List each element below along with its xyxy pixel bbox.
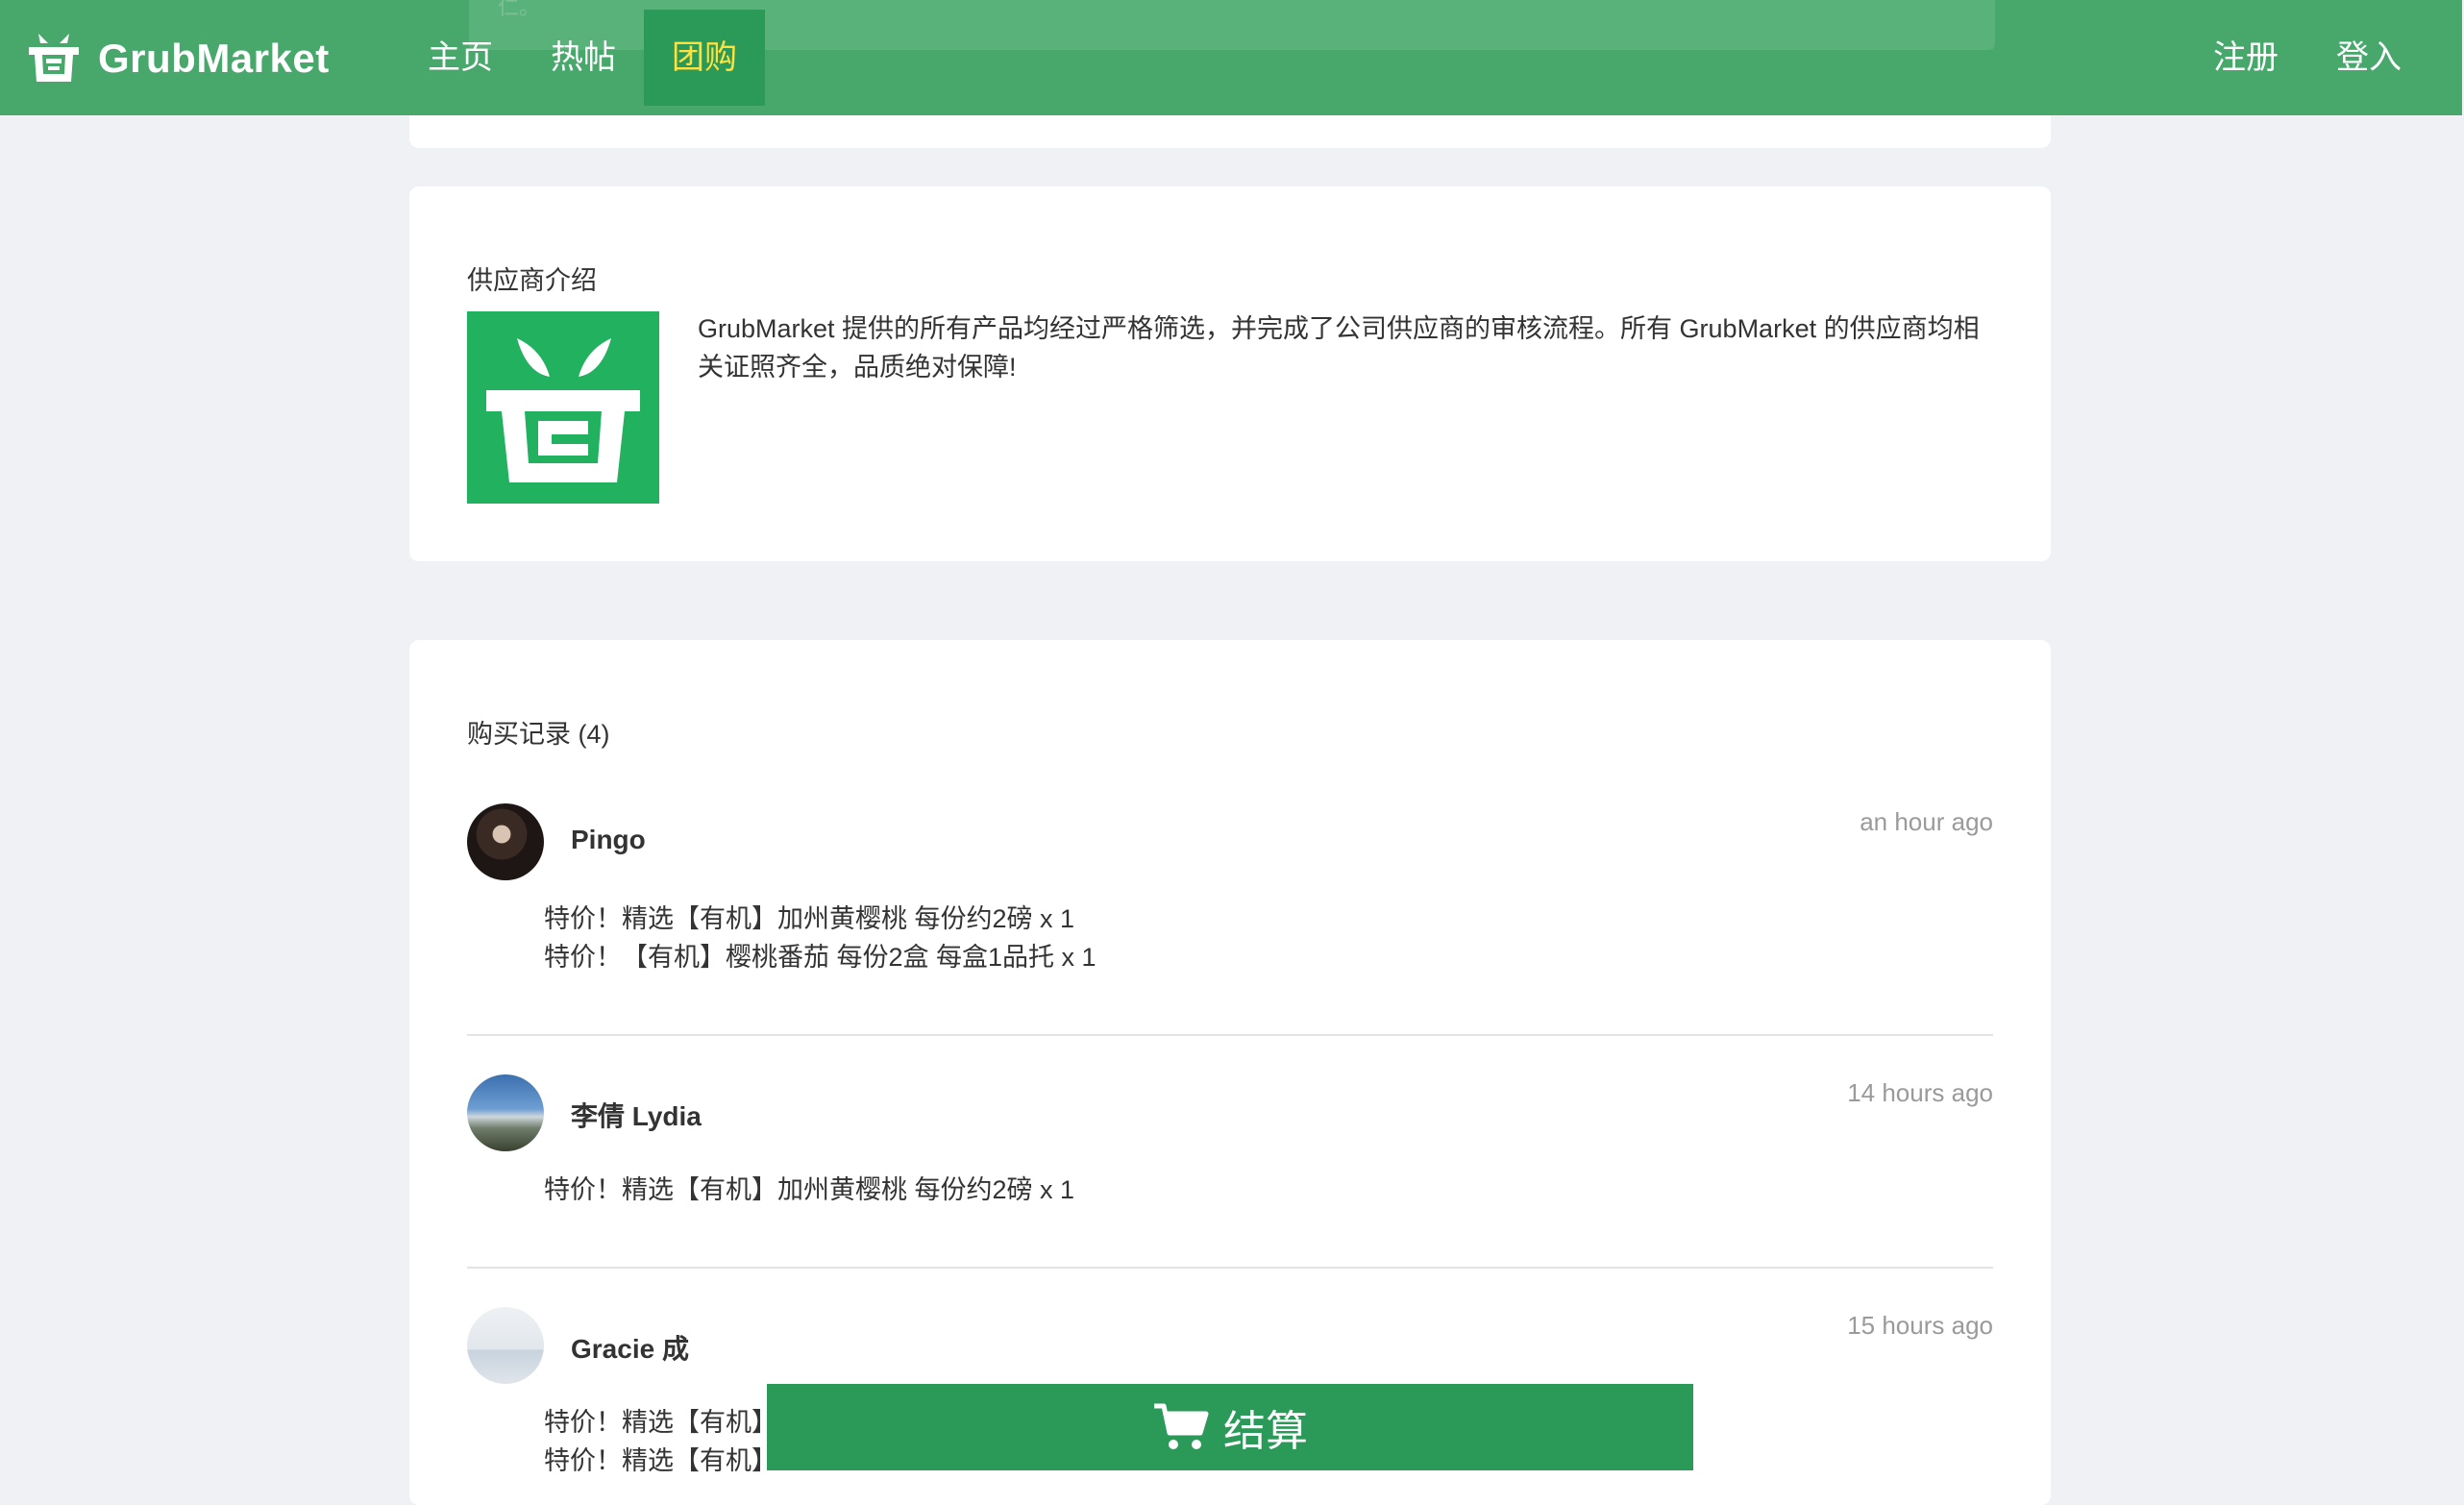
nav-hot-posts[interactable]: 热帖 [542, 10, 625, 106]
underlying-card-text: 仁。 [498, 0, 541, 19]
buyer-name[interactable]: 李倩 Lydia [571, 1096, 702, 1134]
buyer-name[interactable]: Gracie 成 [571, 1328, 689, 1367]
supplier-logo [467, 311, 659, 504]
checkout-label: 结算 [1223, 1408, 1308, 1455]
supplier-description: GrubMarket 提供的所有产品均经过严格筛选，并完成了公司供应商的审核流程… [698, 314, 1980, 382]
record-item: 特价！精选【有机】加州黄樱桃 每份约2磅 x 1 [544, 1175, 1075, 1204]
grubmarket-basket-icon [486, 338, 640, 482]
purchase-record: 李倩 Lydia 14 hours ago 特价！精选【有机】加州黄樱桃 每份约… [467, 1074, 1993, 1269]
record-time: 15 hours ago [1847, 1311, 1993, 1340]
record-time: an hour ago [1860, 807, 1993, 836]
top-navbar: 仁。 GrubMarket 主页 热帖 团购 注册 登入 [0, 0, 2462, 115]
cart-icon [1154, 1403, 1209, 1449]
record-items: 特价！精选【有机】加州黄樱桃 每份约2磅 x 1 特价！【有机】樱桃番茄 每份2… [544, 900, 1096, 976]
nav-home[interactable]: 主页 [419, 10, 502, 106]
avatar[interactable] [467, 803, 544, 880]
avatar[interactable] [467, 1307, 544, 1384]
record-item: 特价！【有机】樱桃番茄 每份2盒 每盒1品托 x 1 [544, 943, 1096, 972]
login-link[interactable]: 登入 [2326, 10, 2412, 106]
records-section-title: 购买记录 (4) [467, 720, 610, 749]
brand-name: GrubMarket [98, 36, 330, 81]
record-item: 特价！精选【有机】 [544, 1446, 777, 1475]
record-items: 特价！精选【有机】 特价！精选【有机】 [544, 1403, 777, 1480]
record-items: 特价！精选【有机】加州黄樱桃 每份约2磅 x 1 [544, 1171, 1074, 1209]
purchase-records-card: 购买记录 (4) Pingo an hour ago 特价！精选【有机】加州黄樱… [409, 640, 2051, 1505]
nav-group-buy[interactable]: 团购 [644, 10, 765, 106]
grubmarket-logo-icon [29, 34, 79, 82]
brand-logo[interactable]: GrubMarket [25, 15, 330, 102]
record-item: 特价！精选【有机】 [544, 1408, 777, 1437]
avatar[interactable] [467, 1074, 544, 1151]
supplier-intro-card: 供应商介绍 GrubMarket 提供的所有产品均经过严格筛选，并完成了公司供应… [409, 186, 2051, 561]
purchase-record: Pingo an hour ago 特价！精选【有机】加州黄樱桃 每份约2磅 x… [467, 803, 1993, 1036]
record-time: 14 hours ago [1847, 1078, 1993, 1107]
supplier-section-title: 供应商介绍 [467, 266, 597, 295]
record-item: 特价！精选【有机】加州黄樱桃 每份约2磅 x 1 [544, 904, 1075, 933]
register-link[interactable]: 注册 [2203, 10, 2289, 106]
checkout-button[interactable]: 结算 [767, 1384, 1693, 1470]
buyer-name[interactable]: Pingo [571, 825, 646, 855]
